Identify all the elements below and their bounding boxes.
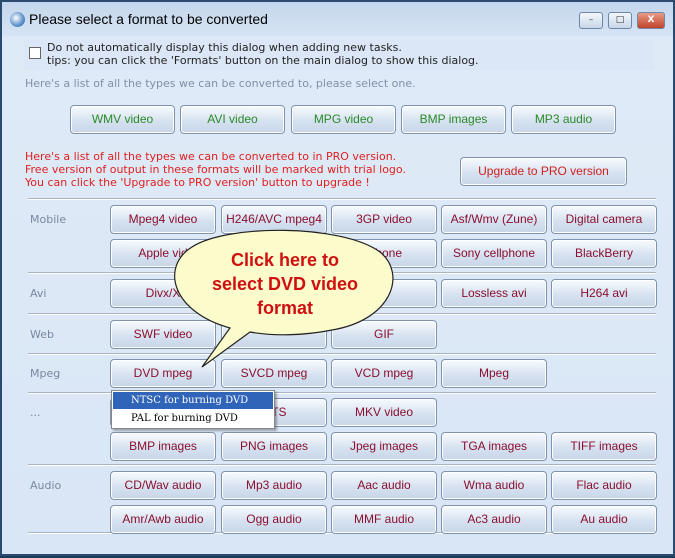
format-button[interactable]: Flac audio bbox=[551, 471, 657, 500]
format-button[interactable]: Mp3 audio bbox=[221, 471, 327, 500]
checkbox-label[interactable]: Do not automatically display this dialog… bbox=[47, 41, 479, 54]
menu-item-pal[interactable]: PAL for burning DVD bbox=[113, 410, 273, 427]
format-button[interactable]: TGA images bbox=[441, 432, 547, 461]
category-label: Audio bbox=[30, 479, 62, 492]
format-button[interactable]: CD/Wav audio bbox=[110, 471, 216, 500]
format-button[interactable]: Mpeg4 video bbox=[110, 205, 216, 234]
window-title: Please select a format to be converted bbox=[29, 11, 268, 27]
format-button[interactable]: H246/AVC mpeg4 bbox=[221, 205, 327, 234]
tip-text: tips: you can click the 'Formats' button… bbox=[47, 54, 479, 67]
format-button[interactable]: MPG video bbox=[291, 105, 396, 134]
app-icon bbox=[10, 12, 25, 27]
format-button[interactable]: VCD mpeg bbox=[331, 359, 437, 388]
format-button[interactable]: Jpeg images bbox=[331, 432, 437, 461]
format-dialog: Please select a format to be converted –… bbox=[0, 0, 675, 556]
hint-text: Here's a list of all the types we can be… bbox=[25, 77, 416, 90]
callout-line: format bbox=[256, 298, 313, 318]
format-button[interactable]: 3GP video bbox=[331, 205, 437, 234]
format-button[interactable]: Au audio bbox=[551, 505, 657, 534]
callout-text: Click here to select DVD video format bbox=[180, 248, 390, 320]
pro-line: You can click the 'Upgrade to PRO versio… bbox=[25, 176, 370, 189]
format-button[interactable]: MMF audio bbox=[331, 505, 437, 534]
pro-line: Here's a list of all the types we can be… bbox=[25, 150, 397, 163]
format-button[interactable]: BlackBerry bbox=[551, 239, 657, 268]
category-label: Web bbox=[30, 328, 54, 341]
format-button[interactable]: SWF video bbox=[110, 320, 216, 349]
close-button[interactable]: X bbox=[637, 12, 665, 29]
format-button[interactable]: Ac3 audio bbox=[441, 505, 547, 534]
format-button[interactable]: Digital camera bbox=[551, 205, 657, 234]
title-bar: Please select a format to be converted –… bbox=[2, 2, 673, 36]
format-button[interactable]: Mpeg bbox=[441, 359, 547, 388]
category-label: Mpeg bbox=[30, 367, 61, 380]
upgrade-pro-button[interactable]: Upgrade to PRO version bbox=[460, 157, 627, 186]
menu-item-ntsc[interactable]: NTSC for burning DVD bbox=[113, 392, 273, 409]
format-button[interactable]: BMP images bbox=[110, 432, 216, 461]
format-button[interactable]: BMP images bbox=[401, 105, 506, 134]
format-button[interactable]: Asf/Wmv (Zune) bbox=[441, 205, 547, 234]
format-button[interactable]: H264 avi bbox=[551, 279, 657, 308]
callout-line: select DVD video bbox=[211, 274, 359, 294]
format-button[interactable]: Sony cellphone bbox=[441, 239, 547, 268]
format-button[interactable]: WMV video bbox=[70, 105, 175, 134]
format-button[interactable]: GIF bbox=[331, 320, 437, 349]
format-button[interactable]: Lossless avi bbox=[441, 279, 547, 308]
auto-display-checkbox[interactable] bbox=[29, 47, 41, 59]
pro-line: Free version of output in these formats … bbox=[25, 163, 406, 176]
format-button[interactable]: AVI video bbox=[180, 105, 285, 134]
format-button[interactable]: MKV video bbox=[331, 398, 437, 427]
category-label: ... bbox=[30, 406, 41, 419]
format-button[interactable]: TIFF images bbox=[551, 432, 657, 461]
format-button[interactable]: SVCD mpeg bbox=[221, 359, 327, 388]
category-label: Avi bbox=[30, 287, 47, 300]
format-button[interactable]: Ogg audio bbox=[221, 505, 327, 534]
format-button[interactable] bbox=[221, 320, 327, 349]
callout-line: Click here to bbox=[230, 250, 340, 270]
format-button[interactable]: PNG images bbox=[221, 432, 327, 461]
divider bbox=[28, 464, 656, 466]
pro-info: Here's a list of all the types we can be… bbox=[25, 150, 406, 189]
category-label: Mobile bbox=[30, 213, 67, 226]
dvd-format-menu: NTSC for burning DVD PAL for burning DVD bbox=[111, 390, 275, 429]
format-button[interactable]: Aac audio bbox=[331, 471, 437, 500]
format-button[interactable]: DVD mpeg bbox=[110, 359, 216, 388]
minimize-button[interactable]: – bbox=[579, 12, 603, 29]
divider bbox=[28, 198, 656, 200]
format-button[interactable]: MP3 audio bbox=[511, 105, 616, 134]
format-button[interactable]: Wma audio bbox=[441, 471, 547, 500]
format-button[interactable]: Amr/Awb audio bbox=[110, 505, 216, 534]
divider bbox=[28, 353, 656, 355]
maximize-button[interactable]: □ bbox=[608, 12, 632, 29]
